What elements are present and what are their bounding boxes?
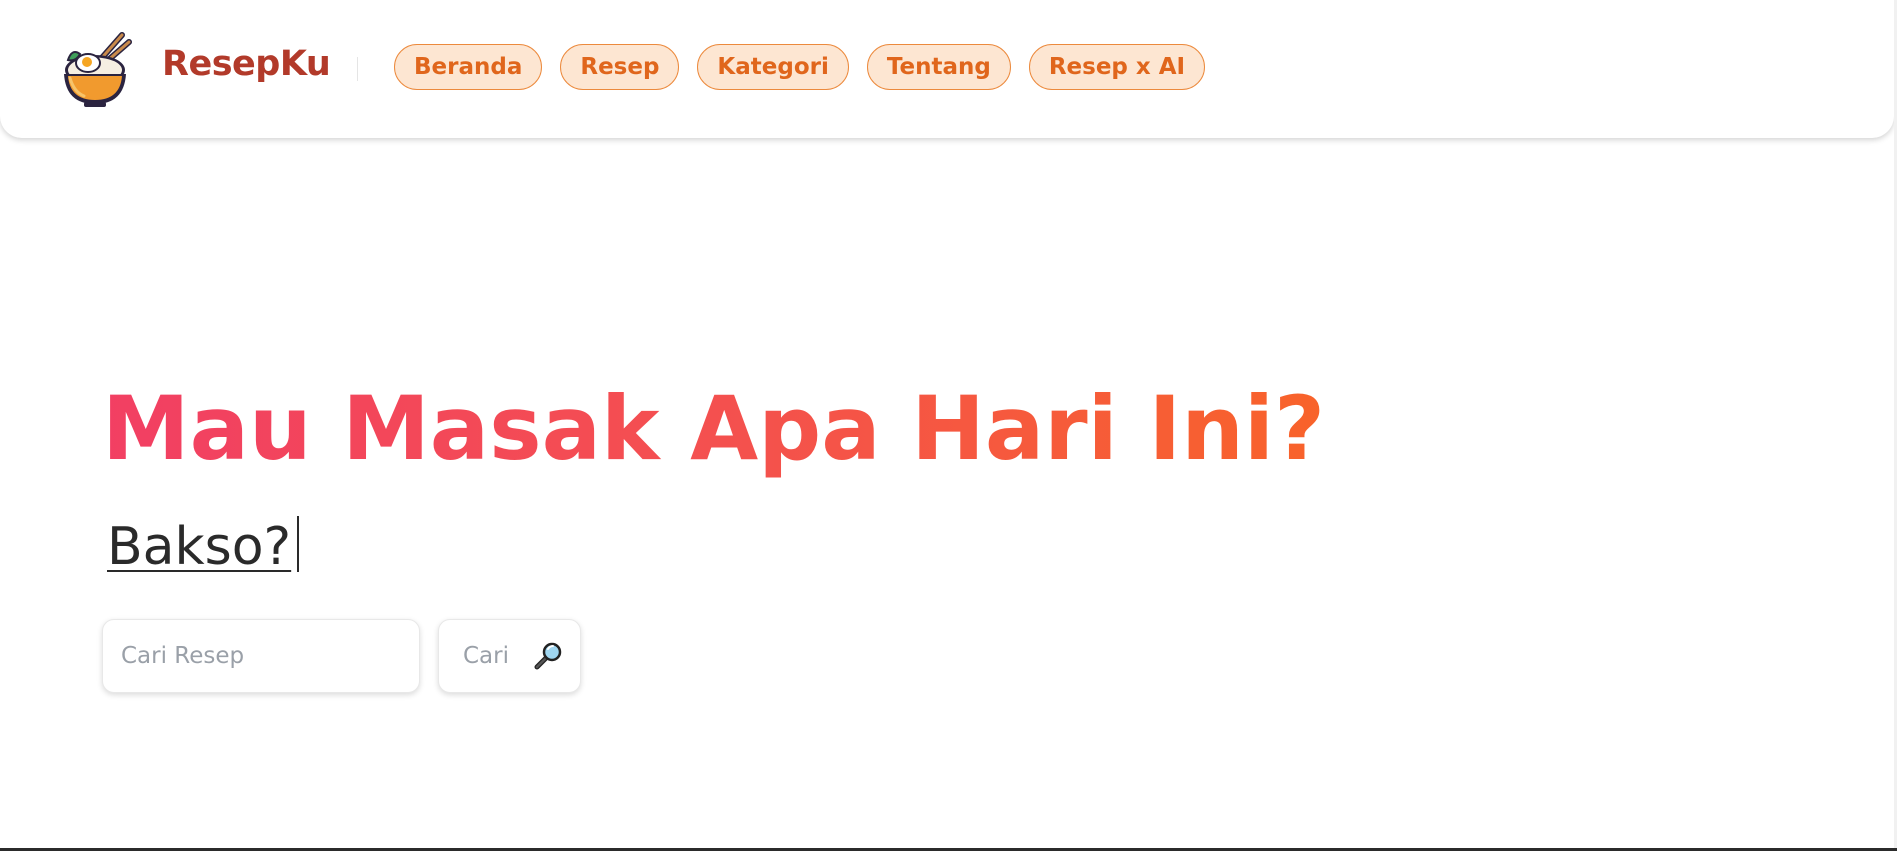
search-input[interactable] [102, 619, 420, 693]
nav-item-resep[interactable]: Resep [560, 44, 680, 90]
nav-item-tentang[interactable]: Tentang [866, 44, 1011, 90]
typed-suggestion: Bakso? [107, 517, 292, 577]
nav-item-beranda[interactable]: Beranda [394, 44, 543, 90]
top-navbar: ResepKu Beranda Resep Kategori Tentang R… [0, 0, 1894, 138]
rice-bowl-icon[interactable] [60, 30, 132, 108]
magnifier-icon [534, 642, 562, 670]
typing-animation: Bakso? [107, 514, 300, 580]
nav-divider [357, 57, 358, 81]
brand-name[interactable]: ResepKu [162, 44, 331, 84]
page: ResepKu Beranda Resep Kategori Tentang R… [0, 0, 1897, 851]
text-caret [297, 516, 300, 572]
main-nav: Beranda Resep Kategori Tentang Resep x A… [394, 44, 1206, 90]
nav-item-resep-ai[interactable]: Resep x AI [1028, 44, 1206, 90]
search-button-label: Cari [463, 643, 509, 669]
nav-item-kategori[interactable]: Kategori [697, 44, 849, 90]
hero-title: Mau Masak Apa Hari Ini? [102, 377, 1326, 480]
search-button[interactable]: Cari [438, 619, 581, 693]
